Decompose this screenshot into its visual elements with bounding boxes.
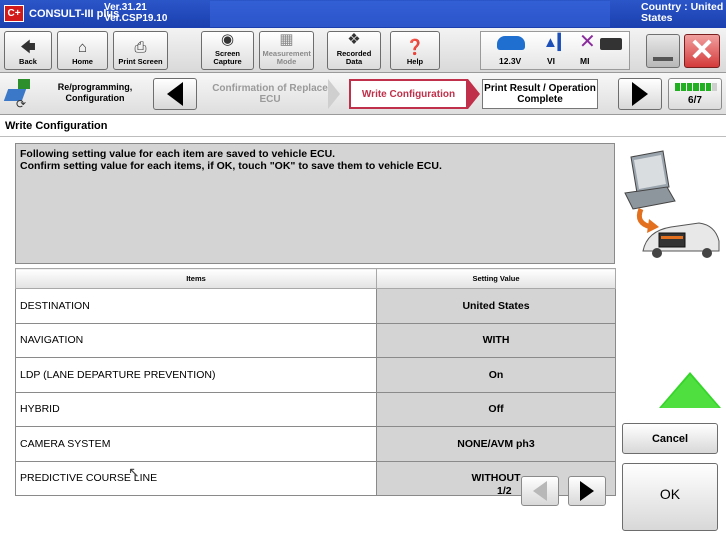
title-bar-band	[210, 1, 610, 27]
recorded-data-label: Recorded Data	[336, 49, 372, 66]
items-column-header: Items	[15, 268, 377, 289]
progress-segment	[681, 83, 687, 91]
help-button[interactable]: ❓ Help	[390, 31, 440, 70]
row-item: LDP (LANE DEPARTURE PREVENTION)	[15, 357, 377, 393]
camera-icon: ◉	[220, 31, 235, 48]
mi-disconnected-icon: ✕	[579, 31, 596, 53]
vi-signal-icon: ▲▎	[543, 34, 570, 51]
measurement-mode-button[interactable]: ▦ Measurement Mode	[259, 31, 314, 70]
table-row[interactable]: DESTINATION United States	[15, 288, 616, 324]
version-line1: Ver.31.21	[104, 2, 147, 13]
consult-logo-icon: C+	[4, 5, 24, 22]
progress-segment	[675, 83, 681, 91]
status-panel: 12.3V ▲▎ VI ✕ MI	[480, 31, 630, 70]
instruction-line1: Following setting value for each item ar…	[20, 148, 336, 160]
triangle-left-icon	[167, 82, 183, 106]
row-value: On	[376, 357, 616, 393]
previous-page-button[interactable]	[521, 476, 559, 506]
step-write-configuration: Write Configuration	[349, 79, 468, 109]
step-bar-title: Re/programming, Configuration	[57, 82, 133, 103]
toolbar: 🡄 Back ⌂ Home ⎙ Print Screen ◉ Screen Ca…	[0, 28, 726, 73]
triangle-right-icon	[580, 481, 594, 501]
help-label: Help	[406, 57, 424, 66]
progress-segment	[693, 83, 699, 91]
back-button[interactable]: 🡄 Back	[4, 31, 52, 70]
home-button[interactable]: ⌂ Home	[57, 31, 108, 70]
row-item: PREDICTIVE COURSE LINE	[15, 460, 377, 496]
vehicle-connection-icon	[497, 36, 525, 50]
screen-capture-label: Screen Capture	[213, 49, 242, 66]
row-value: WITH	[376, 322, 616, 358]
screen-capture-button[interactable]: ◉ Screen Capture	[201, 31, 254, 70]
vi-label: VI	[547, 56, 556, 66]
triangle-left-icon	[533, 481, 547, 501]
mouse-cursor-icon: ↖	[128, 464, 140, 480]
step-chevron	[328, 79, 340, 109]
row-item: HYBRID	[15, 391, 377, 427]
row-value: NONE/AVM ph3	[376, 426, 616, 462]
row-value: Off	[376, 391, 616, 427]
close-icon: ✕	[689, 34, 715, 67]
home-icon: ⌂	[77, 39, 88, 56]
next-page-button[interactable]	[568, 476, 606, 506]
instruction-line2: Confirm setting value for each items, if…	[20, 160, 442, 172]
recorded-data-icon: ❖	[347, 31, 361, 48]
page-indicator: 1/2	[497, 485, 512, 497]
table-header-row: Items Setting Value	[15, 268, 616, 289]
step-back-button[interactable]	[153, 78, 197, 110]
progress-segment	[705, 83, 711, 91]
table-row[interactable]: HYBRID Off	[15, 391, 616, 427]
progress-segment	[687, 83, 693, 91]
progress-bar	[675, 83, 717, 91]
step-confirmation-of-replace-ecu: Confirmation of Replace ECU	[212, 83, 328, 105]
main-content: Following setting value for each item ar…	[0, 137, 726, 544]
progress-segment	[711, 83, 717, 91]
close-button[interactable]: ✕	[684, 34, 720, 68]
triangle-right-icon	[632, 82, 648, 106]
print-screen-label: Print Screen	[118, 57, 163, 66]
home-label: Home	[72, 57, 93, 66]
step-bar: ⟳ Re/programming, Configuration Confirma…	[0, 73, 726, 115]
table-row[interactable]: NAVIGATION WITH	[15, 322, 616, 358]
row-value: United States	[376, 288, 616, 324]
voltage-readout: 12.3V	[499, 56, 522, 66]
mi-label: MI	[580, 56, 590, 66]
instruction-message: Following setting value for each item ar…	[15, 143, 615, 264]
progress-segment	[699, 83, 705, 91]
step-next-button[interactable]	[618, 78, 662, 110]
cancel-button[interactable]: Cancel	[622, 423, 718, 454]
country-info: Country : United States	[641, 2, 723, 24]
row-item: CAMERA SYSTEM	[15, 426, 377, 462]
printer-icon: ⎙	[134, 39, 147, 56]
measurement-icon: ▦	[279, 31, 294, 48]
setting-value-column-header: Setting Value	[376, 268, 616, 289]
ok-pointer-highlight	[661, 375, 719, 408]
ok-button[interactable]: OK	[622, 463, 718, 531]
version-info: Ver.31.21 Ver.CSP19.10	[104, 2, 167, 24]
battery-icon	[600, 38, 622, 50]
reprogramming-icon: ⟳	[3, 79, 32, 111]
laptop-to-vehicle-icon	[624, 150, 720, 258]
help-icon: ❓	[405, 39, 425, 56]
table-row[interactable]: CAMERA SYSTEM NONE/AVM ph3	[15, 426, 616, 462]
configuration-table: Items Setting Value DESTINATION United S…	[15, 268, 616, 496]
version-line2: Ver.CSP19.10	[104, 13, 168, 24]
measurement-mode-label: Measurement Mode	[262, 49, 311, 66]
print-screen-button[interactable]: ⎙ Print Screen	[113, 31, 168, 70]
step-progress: 6/7	[668, 78, 722, 110]
minimize-button[interactable]	[646, 34, 680, 68]
back-label: Back	[19, 57, 37, 66]
step-print-result: Print Result / Operation Complete	[482, 79, 598, 109]
step-page-indicator: 6/7	[688, 95, 702, 106]
recorded-data-button[interactable]: ❖ Recorded Data	[327, 31, 381, 70]
back-arrow-icon: 🡄	[20, 39, 36, 56]
country-line2: States	[641, 12, 673, 24]
row-item: NAVIGATION	[15, 322, 377, 358]
page-title: Write Configuration	[0, 115, 726, 137]
step-chevron	[468, 79, 480, 109]
title-bar: C+ CONSULT-III plus Ver.31.21 Ver.CSP19.…	[0, 0, 726, 28]
table-row[interactable]: LDP (LANE DEPARTURE PREVENTION) On	[15, 357, 616, 393]
row-item: DESTINATION	[15, 288, 377, 324]
